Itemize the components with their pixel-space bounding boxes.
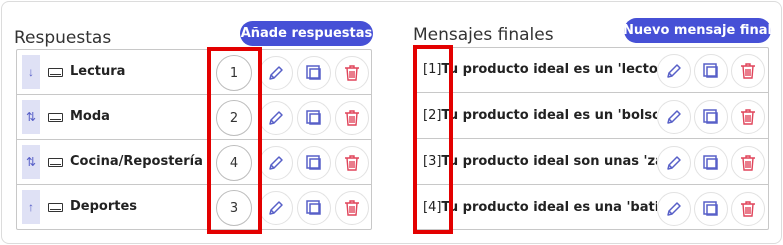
answers-table: ↓ Lectura 1 ⇅ Moda 2 ⇅ Cocina/Repostería… (16, 49, 372, 230)
keyboard-icon (48, 113, 63, 122)
add-answers-button[interactable]: Añade respuestas (240, 21, 373, 46)
delete-button[interactable] (731, 54, 765, 88)
edit-button[interactable] (657, 192, 691, 226)
answer-row: ⇅ Moda 2 (17, 95, 371, 140)
copy-icon (703, 63, 718, 78)
message-text: Tu producto ideal es un 'lector de libro… (441, 62, 657, 77)
duplicate-button[interactable] (297, 56, 331, 90)
final-messages-title: Mensajes finales (413, 25, 554, 45)
answer-row: ⇅ Cocina/Repostería 4 (17, 140, 371, 185)
edit-button[interactable] (259, 101, 293, 135)
duplicate-button[interactable] (694, 100, 728, 134)
duplicate-button[interactable] (297, 101, 331, 135)
highlight-box-counts (207, 47, 262, 234)
trash-icon (741, 109, 755, 125)
message-text: Tu producto ideal es un 'bolso'. ¡Tu est… (441, 108, 657, 123)
final-message-row: [1]Tu producto ideal es un 'lector de li… (414, 48, 768, 93)
sort-arrow-icon[interactable]: ⇅ (22, 145, 40, 179)
final-messages-table: [1]Tu producto ideal es un 'lector de li… (413, 47, 769, 230)
duplicate-button[interactable] (297, 146, 331, 180)
final-message-row: [3]Tu producto ideal son unas 'zapatilla… (414, 140, 768, 185)
highlight-box-indexes (413, 45, 453, 234)
answer-row: ↑ Deportes 3 (17, 185, 371, 230)
pencil-icon (269, 201, 283, 215)
answer-label: Lectura (70, 64, 126, 79)
trash-icon (741, 201, 755, 217)
sort-arrow-icon[interactable]: ⇅ (22, 100, 40, 134)
delete-button[interactable] (335, 146, 369, 180)
answer-label: Deportes (70, 199, 138, 214)
new-final-message-button[interactable]: Nuevo mensaje final (623, 18, 772, 43)
trash-icon (345, 200, 359, 216)
delete-button[interactable] (335, 56, 369, 90)
copy-icon (306, 110, 321, 125)
pencil-icon (667, 110, 681, 124)
trash-icon (741, 63, 755, 79)
message-text: Tu producto ideal es una 'batidora' (441, 200, 657, 215)
final-message-row: [2]Tu producto ideal es un 'bolso'. ¡Tu … (414, 94, 768, 139)
edit-button[interactable] (657, 54, 691, 88)
edit-button[interactable] (259, 191, 293, 225)
delete-button[interactable] (731, 100, 765, 134)
edit-button[interactable] (657, 146, 691, 180)
delete-button[interactable] (335, 101, 369, 135)
sort-arrow-icon[interactable]: ↑ (22, 190, 40, 224)
trash-icon (345, 65, 359, 81)
duplicate-button[interactable] (694, 192, 728, 226)
copy-icon (703, 109, 718, 124)
answer-label: Cocina/Repostería (70, 154, 203, 169)
edit-button[interactable] (657, 100, 691, 134)
pencil-icon (269, 111, 283, 125)
pencil-icon (269, 66, 283, 80)
edit-button[interactable] (259, 56, 293, 90)
duplicate-button[interactable] (694, 54, 728, 88)
edit-button[interactable] (259, 146, 293, 180)
message-text: Tu producto ideal son unas 'zapatillas' (441, 154, 657, 169)
duplicate-button[interactable] (694, 146, 728, 180)
trash-icon (345, 110, 359, 126)
answer-row: ↓ Lectura 1 (17, 50, 371, 95)
pencil-icon (667, 64, 681, 78)
pencil-icon (667, 202, 681, 216)
pencil-icon (269, 156, 283, 170)
keyboard-icon (48, 158, 63, 167)
duplicate-button[interactable] (297, 191, 331, 225)
trash-icon (345, 155, 359, 171)
sort-arrow-icon[interactable]: ↓ (22, 55, 40, 89)
copy-icon (306, 200, 321, 215)
trash-icon (741, 155, 755, 171)
final-message-row: [4]Tu producto ideal es una 'batidora' (414, 186, 768, 231)
answer-label: Moda (70, 109, 110, 124)
keyboard-icon (48, 203, 63, 212)
answers-title: Respuestas (14, 28, 112, 48)
keyboard-icon (48, 68, 63, 77)
copy-icon (306, 65, 321, 80)
pencil-icon (667, 156, 681, 170)
delete-button[interactable] (731, 192, 765, 226)
delete-button[interactable] (731, 146, 765, 180)
delete-button[interactable] (335, 191, 369, 225)
copy-icon (703, 201, 718, 216)
copy-icon (306, 155, 321, 170)
copy-icon (703, 155, 718, 170)
